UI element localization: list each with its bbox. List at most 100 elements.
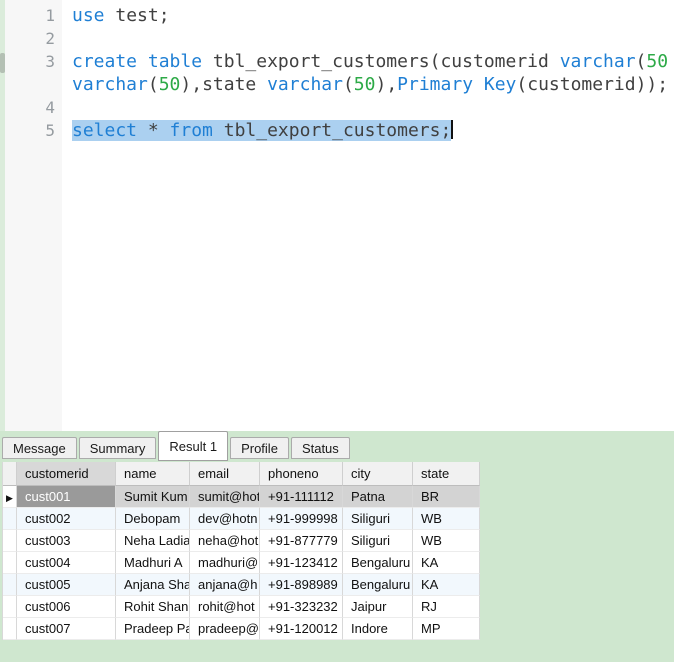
tab-result-1[interactable]: Result 1 [158,431,229,461]
code-line[interactable] [72,96,674,119]
grid-cell[interactable]: Indore [343,618,413,640]
table-row[interactable]: cust004 Madhuri Amadhuri@ +91-123412 Bengal… [3,552,480,574]
tab-status[interactable]: Status [290,437,350,459]
grid-cell[interactable]: Pradeep Pa [116,618,190,640]
grid-cell[interactable]: Bengaluru [343,552,413,574]
grid-cell[interactable]: madhuri@ [190,552,260,574]
table-row[interactable]: cust006 Rohit Shan rohit@hot +91-323232 Jaip… [3,596,480,618]
line-number [5,73,55,96]
grid-cell[interactable]: cust003 [17,530,116,552]
grid-cell[interactable]: +91-111112 [260,486,343,508]
tab-message[interactable]: Message [2,437,77,459]
column-header-city[interactable]: city [343,462,413,486]
grid-cell[interactable]: Anjana Sha [116,574,190,596]
table-row[interactable]: cust003 Neha Ladia neha@hot +91-877779 Silig… [3,530,480,552]
grid-cell[interactable]: +91-323232 [260,596,343,618]
grid-cell[interactable]: pradeep@ [190,618,260,640]
code-line[interactable]: create table tbl_export_customers(custom… [72,50,674,73]
code-segment: * [137,120,170,141]
grid-cell[interactable]: WB [413,508,480,530]
grid-cell[interactable]: rohit@hot [190,596,260,618]
code-line[interactable] [72,27,674,50]
grid-cell[interactable]: +91-999998 [260,508,343,530]
tab-summary[interactable]: Summary [78,437,157,459]
line-number: 1 [45,6,55,25]
column-header-name[interactable]: name [116,462,190,486]
code-segment: tbl_export_customers(customerid [202,51,560,72]
grid-cell[interactable]: cust007 [17,618,116,640]
grid-cell[interactable]: cust004 [17,552,116,574]
row-selector[interactable] [3,618,17,640]
code-line[interactable]: use test; [72,4,674,27]
selected-text: select * from tbl_export_customers; [72,120,452,141]
code-segment: varchar [72,74,148,95]
code-line[interactable]: varchar(50),state varchar(50),Primary Ke… [72,73,674,96]
table-row[interactable]: cust002 Debopam dev@hotn +91-999998 Siliguri… [3,508,480,530]
grid-cell[interactable]: +91-877779 [260,530,343,552]
grid-cell[interactable]: Jaipur [343,596,413,618]
row-selector[interactable] [3,574,17,596]
row-marker-icon: ▶ [6,493,13,503]
grid-cell[interactable]: Debopam [116,508,190,530]
grid-cell[interactable]: KA [413,552,480,574]
grid-cell[interactable]: cust005 [17,574,116,596]
grid-cell[interactable]: +91-898989 [260,574,343,596]
code-segment: select [72,120,138,141]
code-segment: 50 [353,74,376,95]
line-number: 3 [45,52,55,71]
code-line[interactable]: select * from tbl_export_customers; [72,119,674,142]
code-segment: create [72,51,138,72]
grid-cell[interactable]: dev@hotn [190,508,260,530]
column-header-state[interactable]: state [413,462,480,486]
grid-cell[interactable]: Bengaluru [343,574,413,596]
grid-cell[interactable]: +91-120012 [260,618,343,640]
grid-cell[interactable]: anjana@h [190,574,260,596]
grid-cell[interactable]: Rohit Shan [116,596,190,618]
grid-cell[interactable]: Madhuri A [116,552,190,574]
row-selector[interactable] [3,596,17,618]
column-header-phoneno[interactable]: phoneno [260,462,343,486]
code-area[interactable]: use test; create table tbl_export_custome… [62,0,674,431]
grid-cell[interactable]: cust001 [17,486,116,508]
grid-cell[interactable]: RJ [413,596,480,618]
column-header-customerid[interactable]: customerid [17,462,116,486]
table-row[interactable]: cust007 Pradeep Pa pradeep@ +91-120012 Indor… [3,618,480,640]
grid-cell[interactable]: Patna [343,486,413,508]
code-segment: (customerid)); [516,74,669,95]
code-segment: varchar [559,51,636,72]
line-number: 2 [45,29,55,48]
grid-cell[interactable]: neha@hot [190,530,260,552]
row-selector[interactable] [3,508,17,530]
grid-cell[interactable]: Siliguri [343,530,413,552]
grid-cell[interactable]: Sumit Kum [116,486,190,508]
table-row[interactable]: ▶ cust001 Sumit Kum sumit@hot +91-111112 Patn… [3,486,480,508]
grid-cell[interactable]: MP [413,618,480,640]
line-number: 5 [45,121,55,140]
grid-cell[interactable]: Neha Ladia [116,530,190,552]
grid-cell[interactable]: +91-123412 [260,552,343,574]
grid-cell[interactable]: Siliguri [343,508,413,530]
scrollbar-thumb[interactable] [0,53,5,73]
grid-cell[interactable]: BR [413,486,480,508]
code-segment: Key [483,74,517,95]
row-selector[interactable] [3,530,17,552]
grid-cell[interactable]: sumit@hot [190,486,260,508]
grid-cell[interactable]: WB [413,530,480,552]
grid-cell[interactable]: cust006 [17,596,116,618]
grid-cell[interactable]: cust002 [17,508,116,530]
sql-editor[interactable]: 1 2 3 4 5 use test; create table tbl_export_c… [0,0,674,431]
row-selector[interactable] [3,552,17,574]
code-segment: ( [147,74,159,95]
result-grid: customerid name email phoneno city state ▶ cust… [2,462,480,640]
code-segment: use [72,5,105,26]
column-header-email[interactable]: email [190,462,260,486]
row-selector[interactable]: ▶ [3,486,17,508]
grid-cell[interactable]: KA [413,574,480,596]
code-segment: test; [104,5,170,26]
tab-profile[interactable]: Profile [230,437,289,459]
table-row[interactable]: cust005 Anjana Sha anjana@h +91-898989 Benga… [3,574,480,596]
text-cursor [451,120,454,139]
line-number: 4 [45,98,55,117]
